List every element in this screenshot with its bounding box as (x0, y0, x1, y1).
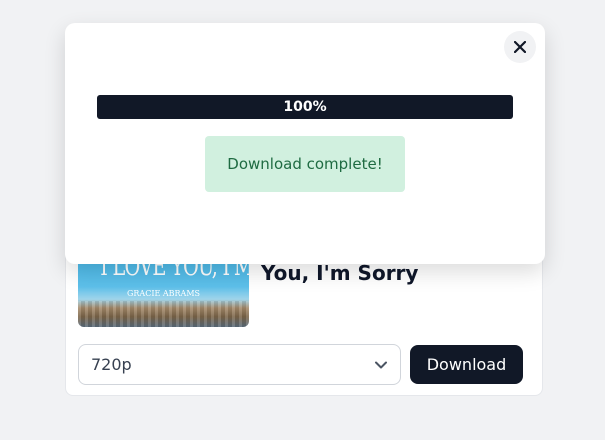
download-progress-bar: 100% (97, 95, 513, 119)
download-modal: 100% Download complete! (65, 23, 545, 264)
thumbnail-artist-text: GRACIE ABRAMS (127, 289, 200, 298)
quality-select[interactable]: 720p (78, 344, 401, 385)
download-button[interactable]: Download (410, 345, 523, 384)
thumbnail-landscape (78, 301, 249, 327)
close-icon (514, 41, 526, 53)
video-thumbnail: I LOVE YOU, I'M SORRY GRACIE ABRAMS (78, 254, 249, 327)
download-complete-alert: Download complete! (205, 136, 405, 192)
chevron-down-icon (375, 361, 387, 369)
quality-select-value: 720p (91, 355, 132, 374)
progress-label: 100% (283, 99, 327, 115)
track-title: You, I'm Sorry (261, 261, 419, 285)
close-button[interactable] (504, 31, 536, 63)
